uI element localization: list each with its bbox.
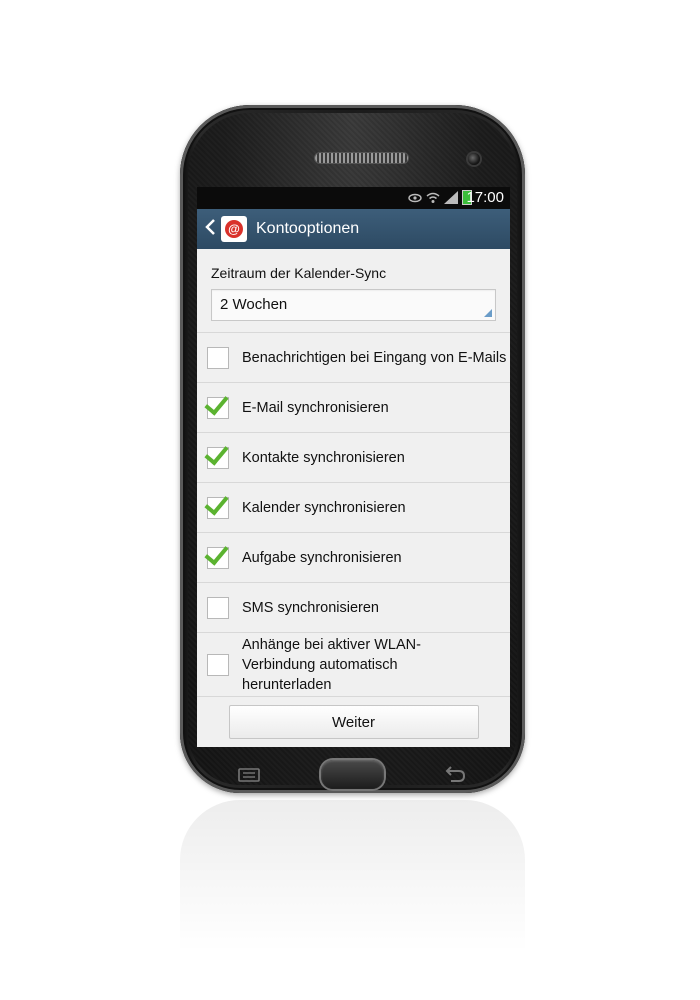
option-row-contacts-sync[interactable]: Kontakte synchronisieren: [197, 433, 510, 483]
phone-reflection: [180, 800, 525, 990]
check-icon: [204, 439, 229, 466]
check-icon: [204, 539, 229, 566]
check-icon: [204, 389, 229, 416]
status-icons: [408, 190, 472, 205]
option-label: Benachrichtigen bei Eingang von E-Mails: [242, 349, 507, 366]
front-camera: [468, 153, 480, 165]
menu-key-icon[interactable]: [238, 768, 260, 782]
notify-checkbox[interactable]: [207, 346, 229, 369]
signal-icon: [444, 191, 458, 205]
back-arrow-icon[interactable]: [199, 209, 221, 249]
calendar-sync-label: Zeitraum der Kalender-Sync: [211, 265, 387, 281]
email-sync-checkbox[interactable]: [204, 389, 229, 419]
option-label: Aufgabe synchronisieren: [242, 549, 402, 566]
option-label: SMS synchronisieren: [242, 599, 379, 616]
option-row-sms-sync[interactable]: SMS synchronisieren: [197, 583, 510, 633]
status-bar: 17:00: [197, 187, 510, 209]
option-row-notify[interactable]: Benachrichtigen bei Eingang von E-Mails: [197, 333, 510, 383]
tasks-sync-checkbox[interactable]: [204, 539, 229, 569]
option-row-attachments[interactable]: Anhänge bei aktiver WLAN-Verbindung auto…: [197, 633, 510, 697]
status-time: 17:00: [466, 189, 504, 206]
calendar-sync-section: Zeitraum der Kalender-Sync 2 Wochen: [197, 249, 510, 333]
email-app-icon: @: [221, 216, 247, 242]
option-label: Kontakte synchronisieren: [242, 449, 405, 466]
dropdown-corner-icon: [484, 309, 492, 317]
option-label: Anhänge bei aktiver WLAN-Verbindung auto…: [242, 636, 421, 693]
wifi-icon: [426, 191, 440, 205]
calendar-sync-value: 2 Wochen: [220, 296, 288, 313]
eye-icon: [408, 191, 422, 205]
next-button[interactable]: Weiter: [228, 705, 479, 739]
page-title: Kontooptionen: [256, 220, 360, 237]
calendar-sync-checkbox[interactable]: [204, 489, 229, 519]
check-icon: [204, 489, 229, 516]
calendar-sync-select[interactable]: 2 Wochen: [211, 289, 496, 321]
earpiece-speaker: [315, 153, 408, 163]
attachments-checkbox[interactable]: [207, 653, 229, 676]
option-label: E-Mail synchronisieren: [242, 399, 389, 416]
option-row-email-sync[interactable]: E-Mail synchronisieren: [197, 383, 510, 433]
screen: 17:00 @ Kontooptionen Zeitraum der Kalen…: [197, 187, 510, 747]
contacts-sync-checkbox[interactable]: [204, 439, 229, 469]
option-label: Kalender synchronisieren: [242, 499, 406, 516]
option-row-tasks-sync[interactable]: Aufgabe synchronisieren: [197, 533, 510, 583]
sms-sync-checkbox[interactable]: [207, 596, 229, 619]
home-button[interactable]: [321, 760, 384, 789]
back-key-icon[interactable]: [443, 766, 467, 784]
footer: Weiter: [197, 697, 510, 747]
option-row-calendar-sync[interactable]: Kalender synchronisieren: [197, 483, 510, 533]
app-bar: @ Kontooptionen: [197, 209, 510, 249]
